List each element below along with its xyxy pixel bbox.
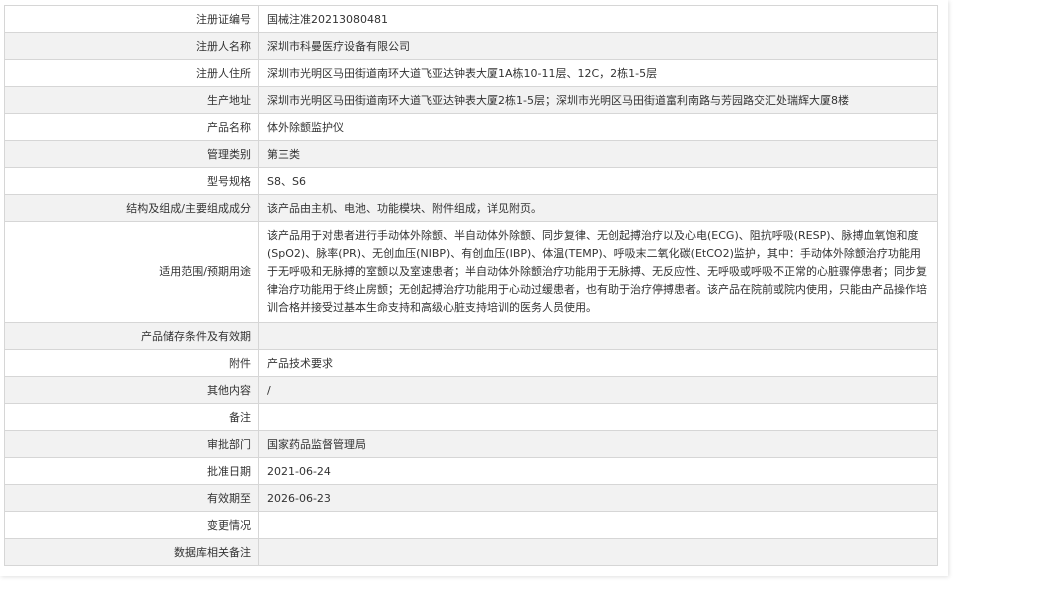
value-model-spec: S8、S6 <box>258 167 938 195</box>
label-attachment: 附件 <box>4 349 259 377</box>
detail-panel: 注册证编号 国械注准20213080481 注册人名称 深圳市科曼医疗设备有限公… <box>0 0 948 576</box>
row-approval-date: 批准日期 2021-06-24 <box>4 457 938 485</box>
value-database-remarks <box>258 538 938 566</box>
label-production-address: 生产地址 <box>4 86 259 114</box>
value-intended-use: 该产品用于对患者进行手动体外除颤、半自动体外除颤、同步复律、无创起搏治疗以及心电… <box>258 221 938 323</box>
value-registrant-name: 深圳市科曼医疗设备有限公司 <box>258 32 938 60</box>
value-product-name: 体外除颤监护仪 <box>258 113 938 141</box>
label-model-spec: 型号规格 <box>4 167 259 195</box>
label-approval-department: 审批部门 <box>4 430 259 458</box>
row-remarks: 备注 <box>4 403 938 431</box>
value-valid-until: 2026-06-23 <box>258 484 938 512</box>
row-intended-use: 适用范围/预期用途 该产品用于对患者进行手动体外除颤、半自动体外除颤、同步复律、… <box>4 221 938 323</box>
row-registrant-address: 注册人住所 深圳市光明区马田街道南环大道飞亚达钟表大厦1A栋10-11层、12C… <box>4 59 938 87</box>
row-valid-until: 有效期至 2026-06-23 <box>4 484 938 512</box>
label-registrant-name: 注册人名称 <box>4 32 259 60</box>
value-remarks <box>258 403 938 431</box>
label-intended-use: 适用范围/预期用途 <box>4 221 259 323</box>
value-management-class: 第三类 <box>258 140 938 168</box>
value-other-content: / <box>258 376 938 404</box>
label-product-name: 产品名称 <box>4 113 259 141</box>
row-management-class: 管理类别 第三类 <box>4 140 938 168</box>
row-attachment: 附件 产品技术要求 <box>4 349 938 377</box>
label-management-class: 管理类别 <box>4 140 259 168</box>
label-approval-date: 批准日期 <box>4 457 259 485</box>
row-production-address: 生产地址 深圳市光明区马田街道南环大道飞亚达钟表大厦2栋1-5层；深圳市光明区马… <box>4 86 938 114</box>
label-storage-validity: 产品储存条件及有效期 <box>4 322 259 350</box>
value-storage-validity <box>258 322 938 350</box>
row-storage-validity: 产品储存条件及有效期 <box>4 322 938 350</box>
label-database-remarks: 数据库相关备注 <box>4 538 259 566</box>
value-approval-date: 2021-06-24 <box>258 457 938 485</box>
value-production-address: 深圳市光明区马田街道南环大道飞亚达钟表大厦2栋1-5层；深圳市光明区马田街道富利… <box>258 86 938 114</box>
registration-detail-table: 注册证编号 国械注准20213080481 注册人名称 深圳市科曼医疗设备有限公… <box>4 5 938 566</box>
value-structure-composition: 该产品由主机、电池、功能模块、附件组成，详见附页。 <box>258 194 938 222</box>
row-product-name: 产品名称 体外除颤监护仪 <box>4 113 938 141</box>
label-remarks: 备注 <box>4 403 259 431</box>
label-other-content: 其他内容 <box>4 376 259 404</box>
label-registrant-address: 注册人住所 <box>4 59 259 87</box>
row-database-remarks: 数据库相关备注 <box>4 538 938 566</box>
value-registrant-address: 深圳市光明区马田街道南环大道飞亚达钟表大厦1A栋10-11层、12C，2栋1-5… <box>258 59 938 87</box>
row-change-status: 变更情况 <box>4 511 938 539</box>
row-approval-department: 审批部门 国家药品监督管理局 <box>4 430 938 458</box>
label-valid-until: 有效期至 <box>4 484 259 512</box>
label-structure-composition: 结构及组成/主要组成成分 <box>4 194 259 222</box>
row-other-content: 其他内容 / <box>4 376 938 404</box>
value-change-status <box>258 511 938 539</box>
row-structure-composition: 结构及组成/主要组成成分 该产品由主机、电池、功能模块、附件组成，详见附页。 <box>4 194 938 222</box>
label-change-status: 变更情况 <box>4 511 259 539</box>
value-registration-number: 国械注准20213080481 <box>258 5 938 33</box>
row-registrant-name: 注册人名称 深圳市科曼医疗设备有限公司 <box>4 32 938 60</box>
row-model-spec: 型号规格 S8、S6 <box>4 167 938 195</box>
row-registration-number: 注册证编号 国械注准20213080481 <box>4 5 938 33</box>
value-approval-department: 国家药品监督管理局 <box>258 430 938 458</box>
value-attachment: 产品技术要求 <box>258 349 938 377</box>
label-registration-number: 注册证编号 <box>4 5 259 33</box>
